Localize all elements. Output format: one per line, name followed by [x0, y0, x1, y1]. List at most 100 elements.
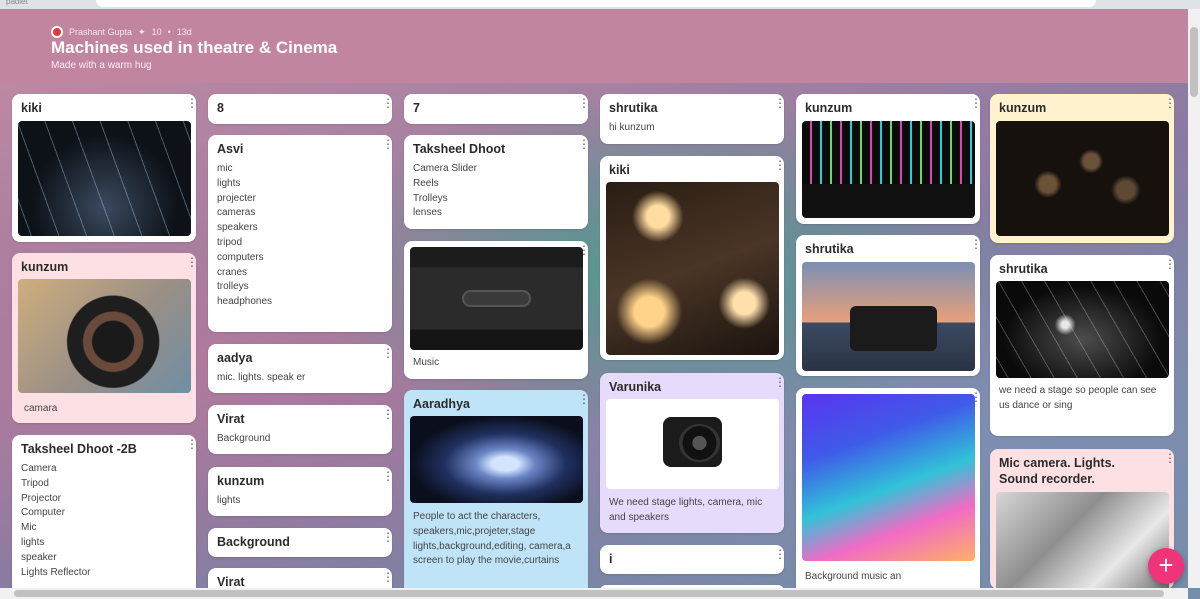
- post-title: Aaradhya: [413, 397, 470, 411]
- post-card[interactable]: Virat Background: [208, 405, 392, 454]
- post-card[interactable]: i: [600, 545, 784, 574]
- more-options-icon[interactable]: [970, 240, 974, 248]
- likes-count: 10: [151, 27, 162, 37]
- post-card[interactable]: Aaradhya People to act the characters, s…: [404, 390, 588, 599]
- post-image-dark-spheres[interactable]: [996, 121, 1169, 236]
- more-options-icon[interactable]: [382, 99, 386, 107]
- browser-tab-text[interactable]: padlet: [6, 0, 28, 6]
- post-card[interactable]: shrutika hi kunzum: [600, 94, 784, 144]
- post-body: mic. lights. speak er: [217, 372, 306, 383]
- post-title: kunzum: [21, 260, 69, 274]
- post-title: kunzum: [805, 101, 853, 115]
- more-options-icon[interactable]: [774, 161, 778, 169]
- post-body: Camera Tripod Projector Computer Mic lig…: [21, 463, 91, 578]
- more-options-icon[interactable]: [382, 533, 386, 541]
- board-header: Prashant Gupta ✦ 10 • 13d Machines used …: [0, 9, 1188, 83]
- post-card[interactable]: 7: [404, 94, 588, 124]
- post-image-camera[interactable]: [18, 279, 191, 393]
- more-options-icon[interactable]: [578, 99, 582, 107]
- post-image-sony-camera[interactable]: [606, 399, 779, 489]
- post-body: Background: [217, 433, 271, 444]
- post-image-dark-stage[interactable]: [996, 281, 1169, 378]
- vertical-scroll-thumb[interactable]: [1190, 27, 1198, 97]
- post-image-color-waves[interactable]: [802, 394, 975, 561]
- post-body: Camera Slider Reels Trolleys lenses: [413, 163, 477, 219]
- more-options-icon[interactable]: [382, 472, 386, 480]
- post-card[interactable]: kiki: [12, 94, 196, 242]
- post-body: Music: [413, 357, 440, 368]
- post-card[interactable]: shrutika: [796, 235, 980, 376]
- more-options-icon[interactable]: [186, 258, 190, 266]
- post-title: kunzum: [217, 474, 265, 488]
- post-image-film-reels[interactable]: [996, 492, 1169, 589]
- horizontal-scroll-thumb[interactable]: [14, 590, 1164, 597]
- more-options-icon[interactable]: [1164, 260, 1168, 268]
- post-card[interactable]: Mic camera. Lights. Sound recorder.: [990, 449, 1174, 589]
- more-options-icon[interactable]: [774, 99, 778, 107]
- post-title: Virat: [217, 412, 245, 426]
- post-title: Asvi: [217, 142, 244, 156]
- post-card[interactable]: Music: [404, 241, 588, 379]
- post-image-bulbs[interactable]: [606, 182, 779, 355]
- post-image-neon-tubes[interactable]: [802, 121, 975, 218]
- author-avatar[interactable]: [51, 26, 63, 38]
- post-card[interactable]: Taksheel Dhoot Camera Slider Reels Troll…: [404, 135, 588, 229]
- post-card[interactable]: aadya mic. lights. speak er: [208, 344, 392, 393]
- post-title: i: [609, 552, 613, 566]
- post-age: 13d: [176, 27, 192, 37]
- more-options-icon[interactable]: [186, 99, 190, 107]
- heart-icon: ✦: [138, 26, 146, 37]
- post-card[interactable]: kunzum camara: [12, 253, 196, 423]
- post-title: Background: [217, 535, 290, 549]
- more-options-icon[interactable]: [382, 140, 386, 148]
- more-options-icon[interactable]: [1164, 99, 1168, 107]
- post-card[interactable]: Taksheel Dhoot -2B Camera Tripod Project…: [12, 435, 196, 595]
- post-title: shrutika: [805, 242, 854, 256]
- add-post-button[interactable]: +: [1148, 548, 1184, 584]
- more-options-icon[interactable]: [1164, 454, 1168, 462]
- more-options-icon[interactable]: [774, 550, 778, 558]
- post-title: Varunika: [609, 380, 662, 394]
- post-title: shrutika: [609, 101, 658, 115]
- post-card[interactable]: Asvi mic lights projecter cameras speake…: [208, 135, 392, 332]
- post-card[interactable]: Background: [208, 528, 392, 557]
- post-body: People to act the characters, speakers,m…: [413, 511, 571, 567]
- byline: Prashant Gupta ✦ 10 • 13d: [51, 26, 192, 38]
- post-body: We need stage lights, camera, mic and sp…: [609, 497, 763, 523]
- post-title: kiki: [21, 101, 42, 115]
- more-options-icon[interactable]: [578, 395, 582, 403]
- more-options-icon[interactable]: [382, 410, 386, 418]
- post-card[interactable]: kunzum: [796, 94, 980, 224]
- post-image-stage-lights[interactable]: [18, 121, 191, 236]
- post-image-concert[interactable]: [410, 416, 583, 503]
- post-card[interactable]: 8: [208, 94, 392, 124]
- post-card[interactable]: kunzum: [990, 94, 1174, 243]
- separator-dot: •: [167, 27, 171, 37]
- post-image-eiffel-camera[interactable]: [802, 262, 975, 371]
- board-title: Machines used in theatre & Cinema: [51, 38, 338, 57]
- post-title: Taksheel Dhoot: [413, 142, 506, 156]
- more-options-icon[interactable]: [186, 440, 190, 448]
- post-title: kiki: [609, 163, 630, 177]
- more-options-icon[interactable]: [578, 140, 582, 148]
- post-body: camara: [24, 403, 58, 414]
- post-card[interactable]: Varunika We need stage lights, camera, m…: [600, 373, 784, 533]
- post-card[interactable]: Background music an: [796, 388, 980, 598]
- post-body: Background music an: [805, 571, 902, 582]
- post-title: Virat: [217, 575, 245, 589]
- post-card[interactable]: kunzum lights: [208, 467, 392, 516]
- post-card[interactable]: kiki: [600, 156, 784, 360]
- author-name[interactable]: Prashant Gupta: [69, 27, 132, 37]
- post-card[interactable]: shrutika we need a stage so people can s…: [990, 255, 1174, 436]
- post-image-cassette[interactable]: [410, 247, 583, 350]
- address-bar[interactable]: [96, 0, 1096, 7]
- horizontal-scrollbar[interactable]: [0, 588, 1188, 599]
- more-options-icon[interactable]: [774, 378, 778, 386]
- vertical-scrollbar[interactable]: [1188, 9, 1200, 588]
- more-options-icon[interactable]: [382, 573, 386, 581]
- post-title: Mic camera. Lights. Sound recorder.: [999, 456, 1116, 486]
- more-options-icon[interactable]: [382, 349, 386, 357]
- more-options-icon[interactable]: [970, 99, 974, 107]
- post-title: aadya: [217, 351, 253, 365]
- post-title: kunzum: [999, 101, 1047, 115]
